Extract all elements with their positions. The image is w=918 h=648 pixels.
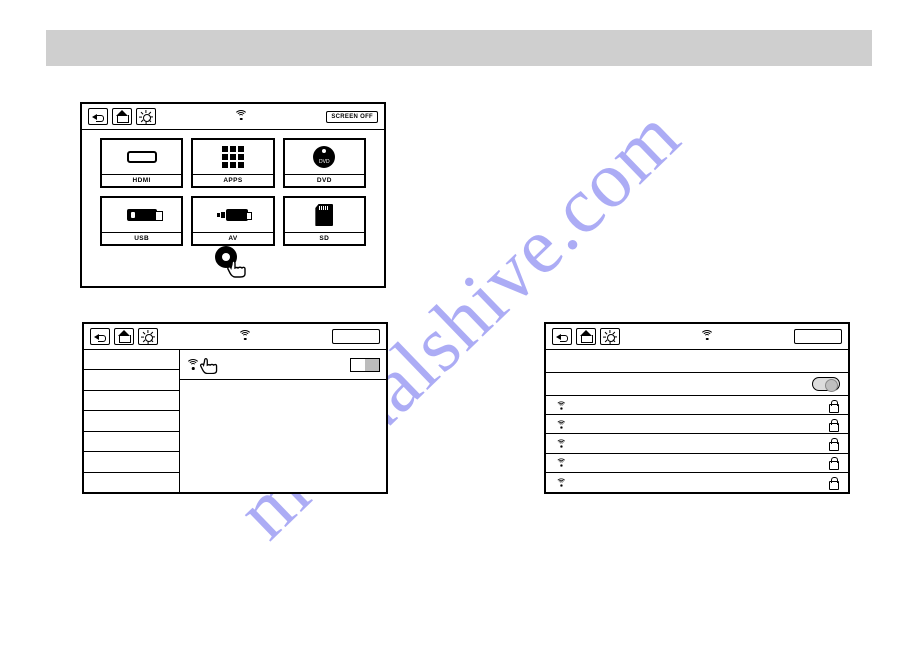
wifi-network-row[interactable]: [546, 473, 848, 492]
status-wifi: [624, 328, 790, 346]
sidebar-item[interactable]: [84, 391, 179, 411]
header-right-button[interactable]: [332, 329, 380, 344]
tile-usb[interactable]: USB: [100, 196, 183, 246]
wifi-signal-icon: [556, 401, 567, 409]
tile-hdmi[interactable]: HDMI: [100, 138, 183, 188]
settings-body: [84, 350, 386, 492]
sd-icon: [285, 198, 364, 232]
sidebar-item[interactable]: [84, 350, 179, 370]
settings-detail: [180, 350, 386, 492]
wifi-toggle[interactable]: [350, 358, 380, 372]
tile-sd[interactable]: SD: [283, 196, 366, 246]
brightness-icon: [140, 111, 152, 123]
brightness-button[interactable]: [600, 328, 620, 345]
tile-label: APPS: [193, 174, 272, 186]
tile-av[interactable]: AV: [191, 196, 274, 246]
wifi-signal-icon: [556, 478, 567, 486]
back-icon: [94, 332, 106, 342]
wifi-signal-icon: [556, 459, 567, 467]
sidebar-item[interactable]: [84, 473, 179, 492]
back-icon: [92, 112, 104, 122]
back-button[interactable]: [88, 108, 108, 125]
tap-hand-icon: [198, 354, 224, 376]
hdmi-icon: [102, 140, 181, 174]
sidebar-item[interactable]: [84, 452, 179, 472]
home-button[interactable]: [112, 108, 132, 125]
settings-sidebar: [84, 350, 180, 492]
home-icon: [116, 111, 128, 122]
lock-icon: [828, 438, 838, 449]
wifi-icon: [234, 110, 248, 121]
settings-launcher-row: [82, 246, 384, 278]
sidebar-item[interactable]: [84, 370, 179, 390]
wifi-setting-row[interactable]: [180, 350, 386, 380]
wifi-master-toggle-row: [546, 373, 848, 396]
lock-icon: [828, 477, 838, 488]
status-wifi: [160, 108, 322, 126]
home-button[interactable]: [576, 328, 596, 345]
usb-icon: [102, 198, 181, 232]
settings-menu-screenshot: [82, 322, 388, 494]
wifi-master-toggle[interactable]: [812, 377, 840, 391]
wifi-list-screenshot: [544, 322, 850, 494]
lock-icon: [828, 419, 838, 430]
wifi-list-body: [546, 350, 848, 492]
screen-off-button[interactable]: SCREEN OFF: [326, 111, 378, 123]
wifi-list-header-row: [546, 350, 848, 373]
brightness-button[interactable]: [138, 328, 158, 345]
wifi-icon: [238, 330, 252, 341]
page-header-bar: [46, 30, 872, 66]
lock-icon: [828, 457, 838, 468]
wifi-network-row[interactable]: [546, 396, 848, 415]
home-button[interactable]: [114, 328, 134, 345]
tap-hand-icon: [225, 256, 253, 278]
brightness-icon: [142, 331, 154, 343]
brightness-icon: [604, 331, 616, 343]
tile-label: DVD: [285, 174, 364, 186]
dvd-icon: DVD: [285, 140, 364, 174]
titlebar: SCREEN OFF: [82, 104, 384, 130]
titlebar: [546, 324, 848, 350]
settings-button-with-tap-cursor[interactable]: [213, 246, 253, 278]
home-icon: [118, 331, 130, 342]
tile-label: SD: [285, 232, 364, 244]
lock-icon: [828, 400, 838, 411]
wifi-icon: [700, 330, 714, 341]
wifi-network-row[interactable]: [546, 434, 848, 453]
wifi-network-row[interactable]: [546, 415, 848, 434]
home-icon: [580, 331, 592, 342]
wifi-network-row[interactable]: [546, 454, 848, 473]
av-icon: [193, 198, 272, 232]
back-button[interactable]: [552, 328, 572, 345]
brightness-button[interactable]: [136, 108, 156, 125]
status-wifi: [162, 328, 328, 346]
wifi-signal-icon: [556, 420, 567, 428]
source-grid: HDMI APPS DVD DVD USB AV SD: [82, 130, 384, 246]
back-icon: [556, 332, 568, 342]
tile-label: HDMI: [102, 174, 181, 186]
tile-label: AV: [193, 232, 272, 244]
wifi-signal-icon: [556, 439, 567, 447]
titlebar: [84, 324, 386, 350]
sidebar-item[interactable]: [84, 432, 179, 452]
home-menu-screenshot: SCREEN OFF HDMI APPS DVD DVD USB AV SD: [80, 102, 386, 288]
tile-label: USB: [102, 232, 181, 244]
sidebar-item[interactable]: [84, 411, 179, 431]
tile-apps[interactable]: APPS: [191, 138, 274, 188]
tile-dvd[interactable]: DVD DVD: [283, 138, 366, 188]
back-button[interactable]: [90, 328, 110, 345]
apps-icon: [193, 140, 272, 174]
header-right-button[interactable]: [794, 329, 842, 344]
